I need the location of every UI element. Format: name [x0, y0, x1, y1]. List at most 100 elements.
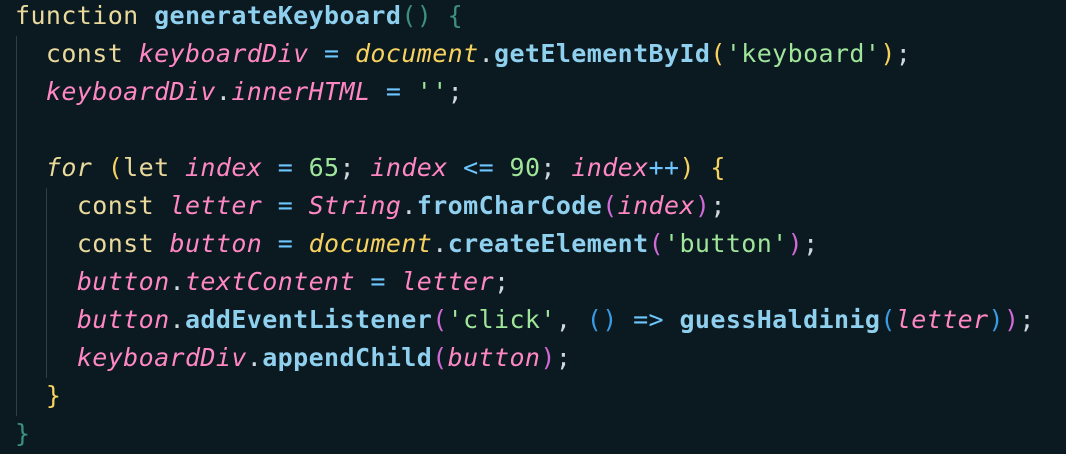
code-line: const letter = String.fromCharCode(index…: [15, 187, 1035, 225]
code-area[interactable]: function generateKeyboard() { const keyb…: [15, 0, 1035, 453]
code-token: ;: [803, 229, 819, 258]
code-token: fromCharCode: [416, 191, 603, 220]
code-token: appendChild: [262, 343, 433, 372]
code-token: const: [76, 229, 155, 258]
code-token: 65: [308, 153, 340, 182]
code-token: (): [586, 305, 618, 334]
code-token: .: [169, 267, 185, 296]
code-token: 'button': [664, 229, 788, 258]
code-line: const keyboardDiv = document.getElementB…: [15, 35, 1035, 73]
code-token: getElementById: [494, 39, 711, 68]
code-line: }: [15, 415, 1035, 453]
code-token: const: [76, 191, 155, 220]
code-line: button.addEventListener('click', () => g…: [15, 301, 1035, 339]
code-token: =: [324, 39, 340, 68]
code-token: (: [107, 153, 124, 182]
code-token: button: [447, 343, 541, 372]
code-token: =: [385, 77, 402, 106]
code-token: }: [15, 419, 31, 448]
code-token: =>: [633, 305, 665, 334]
code-token: ;: [710, 191, 726, 220]
code-token: 'keyboard': [725, 39, 881, 68]
code-token: button: [169, 229, 263, 258]
code-token: '': [416, 77, 448, 106]
code-token: 'click': [447, 305, 556, 334]
code-token: index: [571, 153, 649, 182]
code-token: ): [694, 191, 711, 220]
code-token: ): [1003, 305, 1020, 334]
code-token: {: [710, 153, 726, 182]
code-token: (: [880, 305, 896, 334]
code-token: .: [215, 77, 232, 106]
code-token: ): [988, 305, 1004, 334]
code-token: .: [478, 39, 495, 68]
code-line: const button = document.createElement('b…: [15, 225, 1035, 263]
code-token: (: [710, 39, 726, 68]
code-token: ): [540, 343, 556, 372]
code-token: (: [432, 343, 448, 372]
code-token: =: [277, 191, 294, 220]
code-token: index: [617, 191, 695, 220]
code-token: createElement: [447, 229, 649, 258]
code-token: (: [602, 191, 618, 220]
code-token: (: [432, 305, 448, 334]
code-token: letter: [401, 267, 495, 296]
code-line: }: [15, 377, 1035, 415]
code-token: const: [45, 39, 124, 68]
code-token: generateKeyboard: [154, 1, 402, 30]
code-line: button.textContent = letter;: [15, 263, 1035, 301]
code-line: keyboardDiv.innerHTML = '';: [15, 73, 1035, 111]
code-token: keyboardDiv: [138, 39, 309, 68]
code-token: ;: [447, 77, 464, 106]
code-token: document: [308, 229, 433, 258]
code-token: addEventListener: [184, 305, 433, 334]
code-token: ;: [339, 153, 371, 182]
code-token: 90: [509, 153, 541, 182]
code-token: {: [447, 1, 464, 30]
code-token: index: [370, 153, 448, 182]
code-token: keyboardDiv: [76, 343, 247, 372]
code-token: ;: [895, 39, 912, 68]
code-token: button: [76, 305, 170, 334]
code-token: .: [246, 343, 263, 372]
code-token: =: [370, 267, 386, 296]
code-token: ): [787, 229, 804, 258]
code-token: button: [76, 267, 170, 296]
code-token: .: [169, 305, 185, 334]
code-token: <=: [463, 153, 495, 182]
code-token: ): [679, 153, 695, 182]
code-token: guessHaldinig: [679, 305, 881, 334]
code-token: ++: [648, 153, 680, 182]
code-token: keyboardDiv: [45, 77, 216, 106]
code-editor[interactable]: function generateKeyboard() { const keyb…: [0, 0, 1066, 454]
code-token: letter: [169, 191, 263, 220]
code-token: ;: [555, 343, 572, 372]
code-token: (: [648, 229, 665, 258]
code-token: String: [308, 191, 402, 220]
